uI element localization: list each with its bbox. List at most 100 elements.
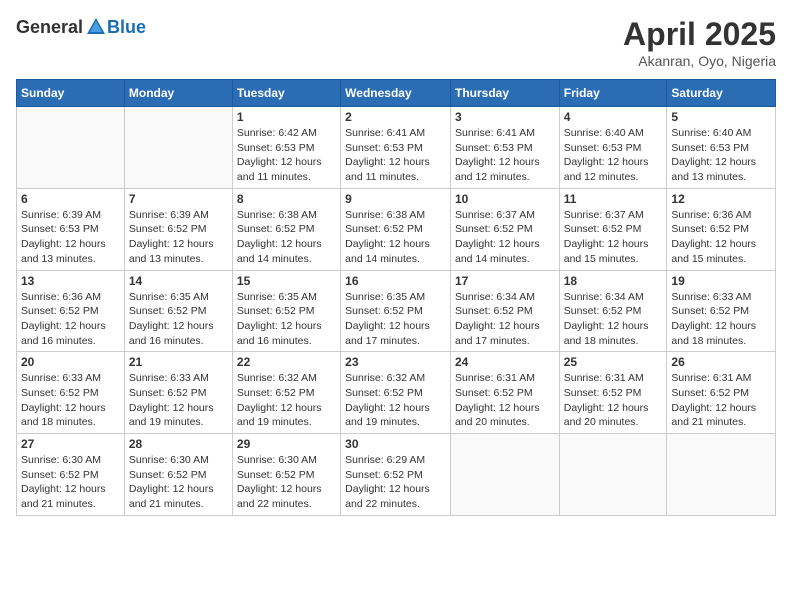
day-info: Sunrise: 6:33 AM Sunset: 6:52 PM Dayligh… bbox=[21, 371, 120, 430]
calendar-week: 1 Sunrise: 6:42 AM Sunset: 6:53 PM Daylig… bbox=[17, 107, 776, 189]
day-number: 21 bbox=[129, 355, 228, 369]
calendar-cell: 6 Sunrise: 6:39 AM Sunset: 6:53 PM Daylig… bbox=[17, 188, 125, 270]
weekday-header: Wednesday bbox=[341, 80, 451, 107]
day-info: Sunrise: 6:37 AM Sunset: 6:52 PM Dayligh… bbox=[455, 208, 555, 267]
day-info: Sunrise: 6:29 AM Sunset: 6:52 PM Dayligh… bbox=[345, 453, 446, 512]
day-info: Sunrise: 6:30 AM Sunset: 6:52 PM Dayligh… bbox=[237, 453, 336, 512]
calendar-cell: 3 Sunrise: 6:41 AM Sunset: 6:53 PM Daylig… bbox=[450, 107, 559, 189]
day-number: 28 bbox=[129, 437, 228, 451]
month-title: April 2025 bbox=[623, 16, 776, 53]
calendar-cell: 13 Sunrise: 6:36 AM Sunset: 6:52 PM Dayli… bbox=[17, 270, 125, 352]
calendar-week: 27 Sunrise: 6:30 AM Sunset: 6:52 PM Dayli… bbox=[17, 434, 776, 516]
day-number: 1 bbox=[237, 110, 336, 124]
calendar-cell bbox=[450, 434, 559, 516]
calendar-cell bbox=[124, 107, 232, 189]
day-number: 7 bbox=[129, 192, 228, 206]
day-info: Sunrise: 6:36 AM Sunset: 6:52 PM Dayligh… bbox=[671, 208, 771, 267]
logo-icon bbox=[85, 16, 107, 38]
calendar-cell: 10Sunrise: 6:37 AM Sunset: 6:52 PM Dayli… bbox=[450, 188, 559, 270]
day-number: 25 bbox=[564, 355, 663, 369]
calendar: SundayMondayTuesdayWednesdayThursdayFrid… bbox=[16, 79, 776, 516]
day-info: Sunrise: 6:40 AM Sunset: 6:53 PM Dayligh… bbox=[564, 126, 663, 185]
day-info: Sunrise: 6:34 AM Sunset: 6:52 PM Dayligh… bbox=[564, 290, 663, 349]
calendar-cell: 20 Sunrise: 6:33 AM Sunset: 6:52 PM Dayli… bbox=[17, 352, 125, 434]
calendar-header: SundayMondayTuesdayWednesdayThursdayFrid… bbox=[17, 80, 776, 107]
calendar-cell: 26Sunrise: 6:31 AM Sunset: 6:52 PM Dayli… bbox=[667, 352, 776, 434]
day-number: 23 bbox=[345, 355, 446, 369]
day-number: 11 bbox=[564, 192, 663, 206]
calendar-cell: 22Sunrise: 6:32 AM Sunset: 6:52 PM Dayli… bbox=[232, 352, 340, 434]
weekday-header: Sunday bbox=[17, 80, 125, 107]
day-info: Sunrise: 6:35 AM Sunset: 6:52 PM Dayligh… bbox=[129, 290, 228, 349]
day-number: 29 bbox=[237, 437, 336, 451]
calendar-cell: 14Sunrise: 6:35 AM Sunset: 6:52 PM Dayli… bbox=[124, 270, 232, 352]
day-number: 3 bbox=[455, 110, 555, 124]
day-info: Sunrise: 6:33 AM Sunset: 6:52 PM Dayligh… bbox=[129, 371, 228, 430]
logo-blue: Blue bbox=[107, 17, 146, 38]
logo-general: General bbox=[16, 17, 83, 38]
day-info: Sunrise: 6:37 AM Sunset: 6:52 PM Dayligh… bbox=[564, 208, 663, 267]
day-number: 19 bbox=[671, 274, 771, 288]
calendar-cell: 27Sunrise: 6:30 AM Sunset: 6:52 PM Dayli… bbox=[17, 434, 125, 516]
calendar-cell: 7Sunrise: 6:39 AM Sunset: 6:52 PM Daylig… bbox=[124, 188, 232, 270]
day-info: Sunrise: 6:35 AM Sunset: 6:52 PM Dayligh… bbox=[237, 290, 336, 349]
calendar-cell: 16 Sunrise: 6:35 AM Sunset: 6:52 PM Dayli… bbox=[341, 270, 451, 352]
calendar-cell: 12 Sunrise: 6:36 AM Sunset: 6:52 PM Dayli… bbox=[667, 188, 776, 270]
calendar-cell: 8 Sunrise: 6:38 AM Sunset: 6:52 PM Daylig… bbox=[232, 188, 340, 270]
day-info: Sunrise: 6:34 AM Sunset: 6:52 PM Dayligh… bbox=[455, 290, 555, 349]
calendar-week: 6 Sunrise: 6:39 AM Sunset: 6:53 PM Daylig… bbox=[17, 188, 776, 270]
day-number: 12 bbox=[671, 192, 771, 206]
day-info: Sunrise: 6:38 AM Sunset: 6:52 PM Dayligh… bbox=[237, 208, 336, 267]
day-number: 22 bbox=[237, 355, 336, 369]
day-info: Sunrise: 6:36 AM Sunset: 6:52 PM Dayligh… bbox=[21, 290, 120, 349]
weekday-header: Saturday bbox=[667, 80, 776, 107]
location: Akanran, Oyo, Nigeria bbox=[623, 53, 776, 69]
calendar-cell: 18 Sunrise: 6:34 AM Sunset: 6:52 PM Dayli… bbox=[559, 270, 667, 352]
day-number: 16 bbox=[345, 274, 446, 288]
header: General Blue April 2025 Akanran, Oyo, Ni… bbox=[16, 16, 776, 69]
day-info: Sunrise: 6:42 AM Sunset: 6:53 PM Dayligh… bbox=[237, 126, 336, 185]
weekday-header: Tuesday bbox=[232, 80, 340, 107]
calendar-week: 20 Sunrise: 6:33 AM Sunset: 6:52 PM Dayli… bbox=[17, 352, 776, 434]
day-info: Sunrise: 6:32 AM Sunset: 6:52 PM Dayligh… bbox=[345, 371, 446, 430]
day-number: 27 bbox=[21, 437, 120, 451]
day-number: 2 bbox=[345, 110, 446, 124]
day-number: 30 bbox=[345, 437, 446, 451]
calendar-cell bbox=[17, 107, 125, 189]
calendar-cell: 19 Sunrise: 6:33 AM Sunset: 6:52 PM Dayli… bbox=[667, 270, 776, 352]
day-number: 9 bbox=[345, 192, 446, 206]
calendar-cell: 9 Sunrise: 6:38 AM Sunset: 6:52 PM Daylig… bbox=[341, 188, 451, 270]
calendar-cell: 11 Sunrise: 6:37 AM Sunset: 6:52 PM Dayli… bbox=[559, 188, 667, 270]
day-info: Sunrise: 6:33 AM Sunset: 6:52 PM Dayligh… bbox=[671, 290, 771, 349]
day-info: Sunrise: 6:41 AM Sunset: 6:53 PM Dayligh… bbox=[455, 126, 555, 185]
calendar-cell: 15Sunrise: 6:35 AM Sunset: 6:52 PM Dayli… bbox=[232, 270, 340, 352]
day-info: Sunrise: 6:31 AM Sunset: 6:52 PM Dayligh… bbox=[671, 371, 771, 430]
title-section: April 2025 Akanran, Oyo, Nigeria bbox=[623, 16, 776, 69]
day-number: 8 bbox=[237, 192, 336, 206]
day-number: 5 bbox=[671, 110, 771, 124]
day-number: 4 bbox=[564, 110, 663, 124]
day-info: Sunrise: 6:39 AM Sunset: 6:53 PM Dayligh… bbox=[21, 208, 120, 267]
calendar-cell: 1 Sunrise: 6:42 AM Sunset: 6:53 PM Daylig… bbox=[232, 107, 340, 189]
weekday-header: Thursday bbox=[450, 80, 559, 107]
day-info: Sunrise: 6:30 AM Sunset: 6:52 PM Dayligh… bbox=[129, 453, 228, 512]
logo: General Blue bbox=[16, 16, 146, 38]
page: General Blue April 2025 Akanran, Oyo, Ni… bbox=[0, 0, 792, 612]
day-info: Sunrise: 6:41 AM Sunset: 6:53 PM Dayligh… bbox=[345, 126, 446, 185]
weekday-row: SundayMondayTuesdayWednesdayThursdayFrid… bbox=[17, 80, 776, 107]
day-number: 24 bbox=[455, 355, 555, 369]
calendar-cell: 17Sunrise: 6:34 AM Sunset: 6:52 PM Dayli… bbox=[450, 270, 559, 352]
day-info: Sunrise: 6:38 AM Sunset: 6:52 PM Dayligh… bbox=[345, 208, 446, 267]
day-number: 20 bbox=[21, 355, 120, 369]
calendar-cell bbox=[559, 434, 667, 516]
day-number: 18 bbox=[564, 274, 663, 288]
calendar-cell: 21 Sunrise: 6:33 AM Sunset: 6:52 PM Dayli… bbox=[124, 352, 232, 434]
calendar-cell: 30 Sunrise: 6:29 AM Sunset: 6:52 PM Dayli… bbox=[341, 434, 451, 516]
calendar-cell: 25 Sunrise: 6:31 AM Sunset: 6:52 PM Dayli… bbox=[559, 352, 667, 434]
calendar-cell: 24Sunrise: 6:31 AM Sunset: 6:52 PM Dayli… bbox=[450, 352, 559, 434]
day-info: Sunrise: 6:35 AM Sunset: 6:52 PM Dayligh… bbox=[345, 290, 446, 349]
day-info: Sunrise: 6:31 AM Sunset: 6:52 PM Dayligh… bbox=[564, 371, 663, 430]
day-number: 13 bbox=[21, 274, 120, 288]
calendar-cell: 29 Sunrise: 6:30 AM Sunset: 6:52 PM Dayli… bbox=[232, 434, 340, 516]
day-number: 6 bbox=[21, 192, 120, 206]
